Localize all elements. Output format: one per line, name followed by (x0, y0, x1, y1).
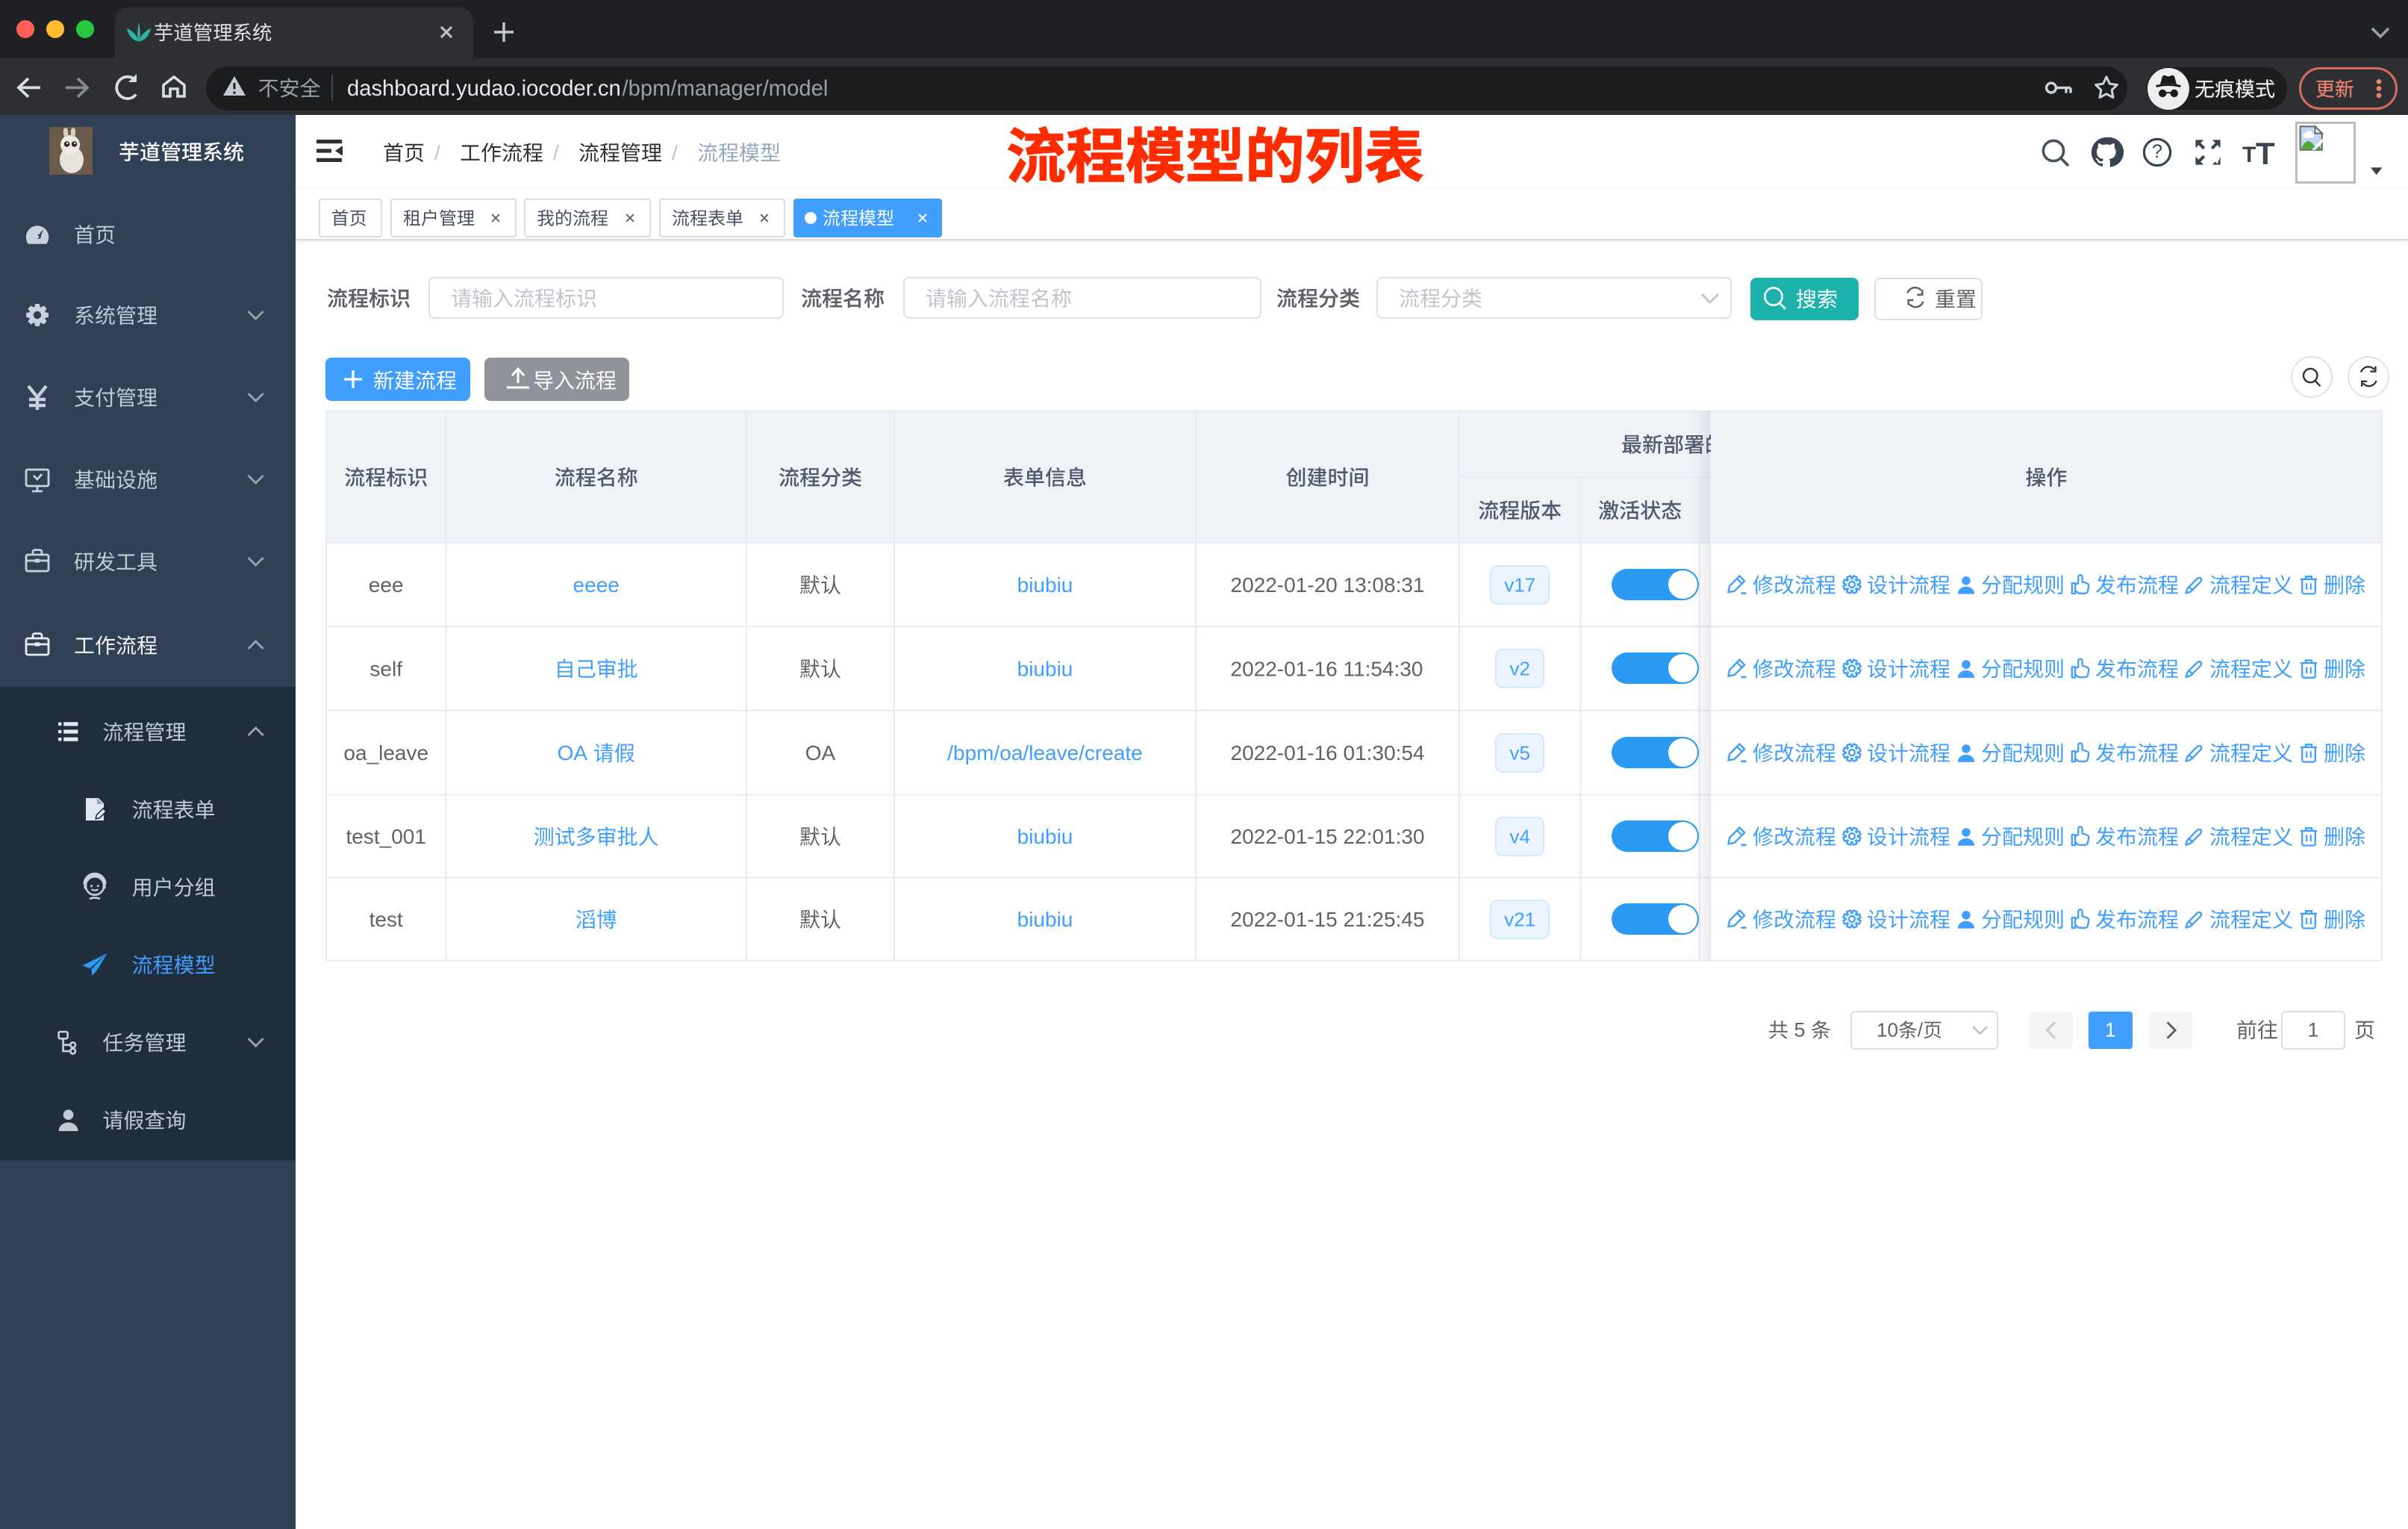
svg-text:biubiu: biubiu (1017, 825, 1073, 848)
svg-text:2022-01-16 11:54:30: 2022-01-16 11:54:30 (1231, 657, 1423, 680)
svg-text:?: ? (2152, 141, 2162, 162)
svg-text:OA: OA (805, 741, 836, 764)
svg-text:2022-01-15 22:01:30: 2022-01-15 22:01:30 (1231, 825, 1425, 848)
svg-text:/bpm/oa/leave/create: /bpm/oa/leave/create (947, 741, 1143, 764)
svg-text:2022-01-16 01:30:54: 2022-01-16 01:30:54 (1231, 741, 1425, 764)
svg-text:biubiu: biubiu (1017, 573, 1073, 597)
svg-text:5: 5 (1794, 1019, 1806, 1041)
svg-text:biubiu: biubiu (1017, 657, 1073, 680)
svg-text:v2: v2 (1509, 658, 1529, 680)
svg-text:oa_leave: oa_leave (343, 741, 428, 764)
svg-text:v4: v4 (1509, 825, 1529, 847)
svg-text:v17: v17 (1504, 573, 1535, 596)
svg-text:/: / (434, 141, 440, 164)
svg-text:/: / (553, 141, 559, 164)
svg-text:2022-01-20 13:08:31: 2022-01-20 13:08:31 (1231, 573, 1425, 597)
svg-text:biubiu: biubiu (1017, 908, 1073, 931)
svg-text:2022-01-15 21:25:45: 2022-01-15 21:25:45 (1231, 908, 1425, 931)
svg-text:eee: eee (369, 573, 404, 597)
svg-text:/bpm/manager/model: /bpm/manager/model (623, 77, 829, 101)
svg-text:/: / (672, 141, 678, 164)
svg-text:OA: OA (558, 741, 588, 764)
svg-text:T: T (2256, 136, 2275, 171)
svg-text:v5: v5 (1509, 741, 1529, 764)
svg-text:v21: v21 (1504, 908, 1535, 930)
svg-text:1: 1 (2308, 1019, 2319, 1041)
svg-text:test_001: test_001 (346, 825, 426, 848)
svg-text:T: T (2242, 143, 2256, 167)
svg-text:dashboard.yudao.iocoder.cn: dashboard.yudao.iocoder.cn (347, 77, 621, 101)
svg-text:eeee: eeee (573, 573, 620, 597)
svg-text:/: / (1918, 1018, 1924, 1041)
svg-text:1: 1 (2105, 1019, 2116, 1041)
svg-text:self: self (369, 657, 402, 680)
svg-text:10: 10 (1877, 1018, 1898, 1041)
svg-text:test: test (369, 908, 403, 931)
